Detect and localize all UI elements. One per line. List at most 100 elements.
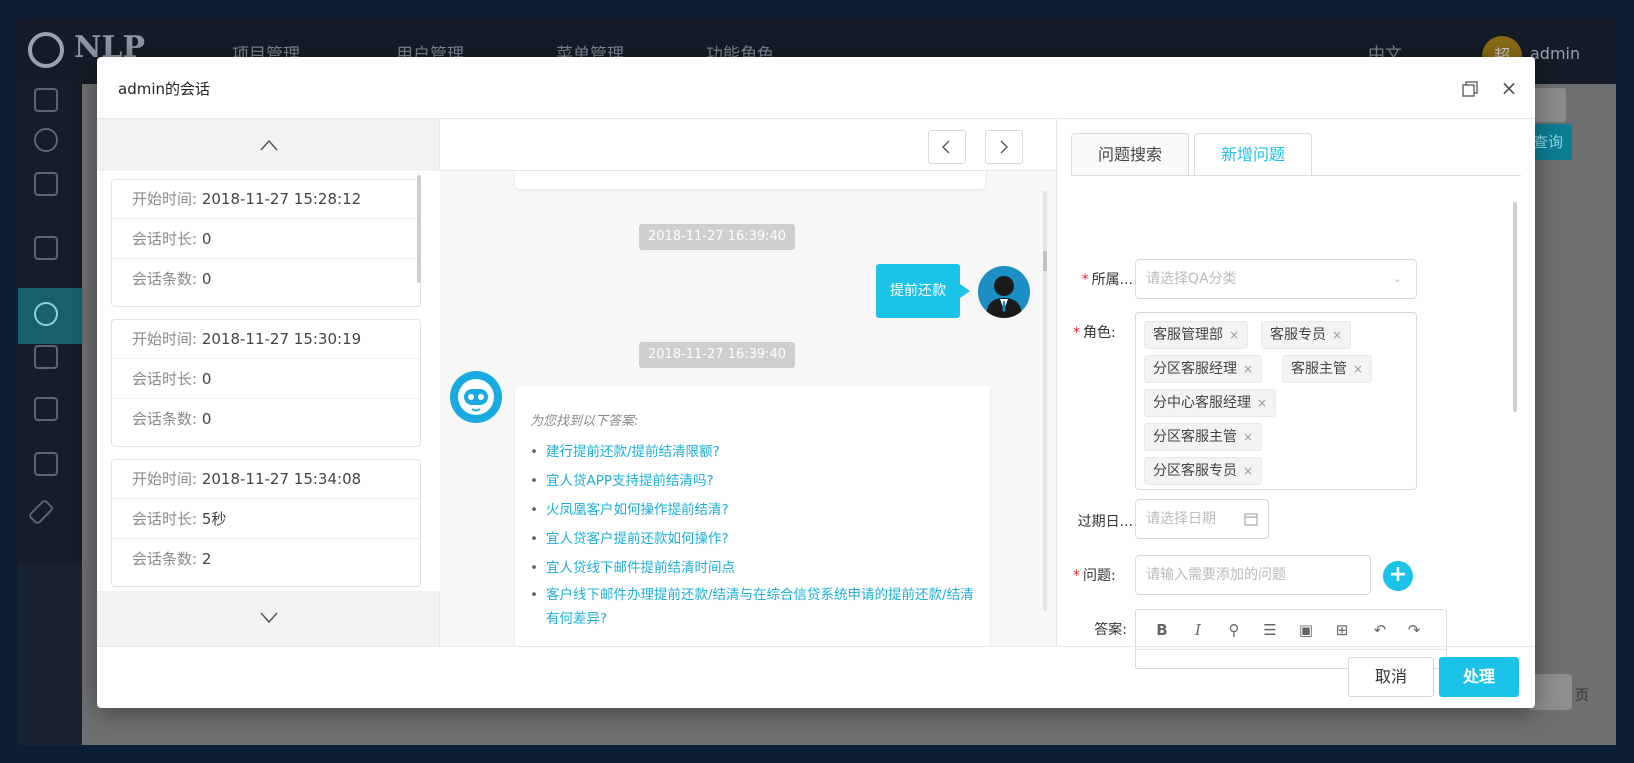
undo-icon[interactable]: ↶ <box>1370 620 1390 640</box>
remove-tag-icon: × <box>1353 362 1364 376</box>
tab-question-search[interactable]: 问题搜索 <box>1071 133 1189 175</box>
next-session-button[interactable] <box>985 130 1023 164</box>
calendar-icon <box>1244 513 1258 526</box>
remove-tag-icon: × <box>1243 464 1254 478</box>
role-tag[interactable]: 分区客服专员 × <box>1144 457 1263 485</box>
scroll-up-button[interactable] <box>97 119 440 171</box>
start-time-label: 开始时间: <box>132 470 198 488</box>
role-tag[interactable]: 客服管理部 × <box>1144 321 1249 349</box>
process-button[interactable]: 处理 <box>1439 657 1519 697</box>
answer-label: 答案: <box>1094 622 1127 638</box>
chat-toolbar <box>440 119 1056 171</box>
remove-tag-icon: × <box>1229 328 1240 342</box>
list-icon[interactable]: ☰ <box>1260 620 1280 640</box>
duration-value: 0 <box>201 230 212 248</box>
role-tag[interactable]: 客服专员 × <box>1261 321 1352 349</box>
start-time-value: 2018-11-27 15:30:19 <box>201 330 362 348</box>
chevron-up-icon <box>259 139 278 151</box>
chevron-down-icon: ⌄ <box>1392 272 1402 285</box>
session-modal: admin的会话 × 开始时间: 2018-11-27 15:28:12 会话时… <box>97 57 1535 708</box>
remove-tag-icon: × <box>1243 430 1254 444</box>
add-question-button[interactable]: + <box>1383 561 1413 591</box>
start-time-value: 2018-11-27 15:34:08 <box>201 470 362 488</box>
tab-new-question[interactable]: 新增问题 <box>1194 133 1312 176</box>
logo-icon <box>28 32 64 68</box>
sidebar-robot-icon[interactable] <box>34 88 58 112</box>
answer-link[interactable]: 宜人贷客户提前还款如何操作? <box>530 525 980 554</box>
category-label: * 所属... <box>1081 272 1133 288</box>
remove-tag-icon: × <box>1332 328 1343 342</box>
page-suffix: 页 <box>1575 688 1589 704</box>
start-time-value: 2018-11-27 15:28:12 <box>201 190 362 208</box>
scroll-down-button[interactable] <box>97 591 440 646</box>
count-label: 会话条数: <box>132 550 198 568</box>
sidebar-send-icon[interactable] <box>34 236 58 260</box>
role-label: * 角色: <box>1073 325 1116 341</box>
sidebar-export-icon[interactable] <box>34 452 58 476</box>
start-time-label: 开始时间: <box>132 190 198 208</box>
role-multiselect[interactable]: 客服管理部 × 客服专员 × 分区客服经理 × 客服主管 × 分中心客服经理 × 分区客服… <box>1135 312 1417 490</box>
session-card[interactable]: 开始时间: 2018-11-27 15:34:08 会话时长: 5秒 会话条数:… <box>111 459 421 587</box>
table-icon[interactable]: ⊞ <box>1332 620 1352 640</box>
question-label: * 问题: <box>1073 568 1116 584</box>
start-time-label: 开始时间: <box>132 330 198 348</box>
chat-panel: 2018-11-27 16:39:40 提前还款 2018-11-27 16:3… <box>440 119 1056 646</box>
answer-link[interactable]: 建行提前还款/提前结清限额? <box>530 438 980 467</box>
username[interactable]: admin <box>1530 44 1580 63</box>
session-list-panel: 开始时间: 2018-11-27 15:28:12 会话时长: 0 会话条数: … <box>97 119 440 646</box>
count-value: 0 <box>201 410 212 428</box>
maximize-icon[interactable] <box>1460 79 1480 99</box>
role-tag[interactable]: 分中心客服经理 × <box>1144 389 1277 417</box>
editor-toolbar: B I ⚲ ☰ ▣ ⊞ ↶ ↷ <box>1136 610 1446 650</box>
sidebar-search-icon[interactable] <box>34 128 58 152</box>
count-value: 2 <box>201 550 212 568</box>
answer-list: 建行提前还款/提前结清限额? 宜人贷APP支持提前结清吗? 火凤凰客户如何操作提… <box>530 438 980 633</box>
answer-link[interactable]: 客户线下邮件办理提前还款/结清与在综合信贷系统申请的提前还款/结清有何差异? <box>530 583 980 633</box>
message-timestamp: 2018-11-27 16:39:40 <box>639 342 796 368</box>
sidebar-mail-icon[interactable] <box>34 345 58 369</box>
link-icon[interactable]: ⚲ <box>1224 620 1244 640</box>
duration-value: 5秒 <box>201 510 227 528</box>
expire-date-picker[interactable]: 请选择日期 <box>1135 499 1269 539</box>
session-list: 开始时间: 2018-11-27 15:28:12 会话时长: 0 会话条数: … <box>97 171 440 591</box>
chevron-right-icon <box>1000 140 1008 154</box>
count-value: 0 <box>201 270 212 288</box>
sidebar-document-icon[interactable] <box>34 172 58 196</box>
role-tag[interactable]: 客服主管 × <box>1282 355 1373 383</box>
user-avatar-icon <box>978 266 1030 318</box>
session-scrollbar[interactable] <box>417 175 421 283</box>
chat-messages: 2018-11-27 16:39:40 提前还款 2018-11-27 16:3… <box>440 171 1056 646</box>
tab-divider <box>1071 175 1521 176</box>
duration-label: 会话时长: <box>132 510 198 528</box>
redo-icon[interactable]: ↷ <box>1404 620 1424 640</box>
sidebar-list-icon[interactable] <box>34 397 58 421</box>
chat-scrollbar-thumb[interactable] <box>1043 251 1047 271</box>
answer-link[interactable]: 火凤凰客户如何操作提前结清? <box>530 496 980 525</box>
cancel-button[interactable]: 取消 <box>1348 657 1434 697</box>
bot-avatar-icon <box>450 371 502 423</box>
remove-tag-icon: × <box>1257 396 1268 410</box>
image-icon[interactable]: ▣ <box>1296 620 1316 640</box>
italic-icon[interactable]: I <box>1188 620 1208 640</box>
bot-answer-card: 为您找到以下答案: 建行提前还款/提前结清限额? 宜人贷APP支持提前结清吗? … <box>515 386 990 646</box>
answer-link[interactable]: 宜人贷线下邮件提前结清时间点 <box>530 554 980 583</box>
user-message-bubble: 提前还款 <box>876 264 970 318</box>
count-label: 会话条数: <box>132 410 198 428</box>
chevron-left-icon <box>942 140 950 154</box>
answer-link[interactable]: 宜人贷APP支持提前结清吗? <box>530 467 980 496</box>
session-card[interactable]: 开始时间: 2018-11-27 15:30:19 会话时长: 0 会话条数: … <box>111 319 421 447</box>
modal-title: admin的会话 <box>118 80 210 98</box>
message-timestamp: 2018-11-27 16:39:40 <box>639 224 796 250</box>
chevron-down-icon <box>259 612 278 624</box>
category-select[interactable]: 请选择QA分类 ⌄ <box>1135 259 1417 299</box>
role-tag[interactable]: 分区客服经理 × <box>1144 355 1263 383</box>
sidebar-clock-icon[interactable] <box>34 302 58 326</box>
session-card[interactable]: 开始时间: 2018-11-27 15:28:12 会话时长: 0 会话条数: … <box>111 179 421 307</box>
bold-icon[interactable]: B <box>1152 620 1172 640</box>
prev-session-button[interactable] <box>928 130 966 164</box>
duration-label: 会话时长: <box>132 370 198 388</box>
close-icon[interactable]: × <box>1499 78 1519 98</box>
role-tag[interactable]: 分区客服主管 × <box>1144 423 1263 451</box>
question-input[interactable]: 请输入需要添加的问题 <box>1135 555 1371 595</box>
form-scrollbar[interactable] <box>1513 202 1517 412</box>
